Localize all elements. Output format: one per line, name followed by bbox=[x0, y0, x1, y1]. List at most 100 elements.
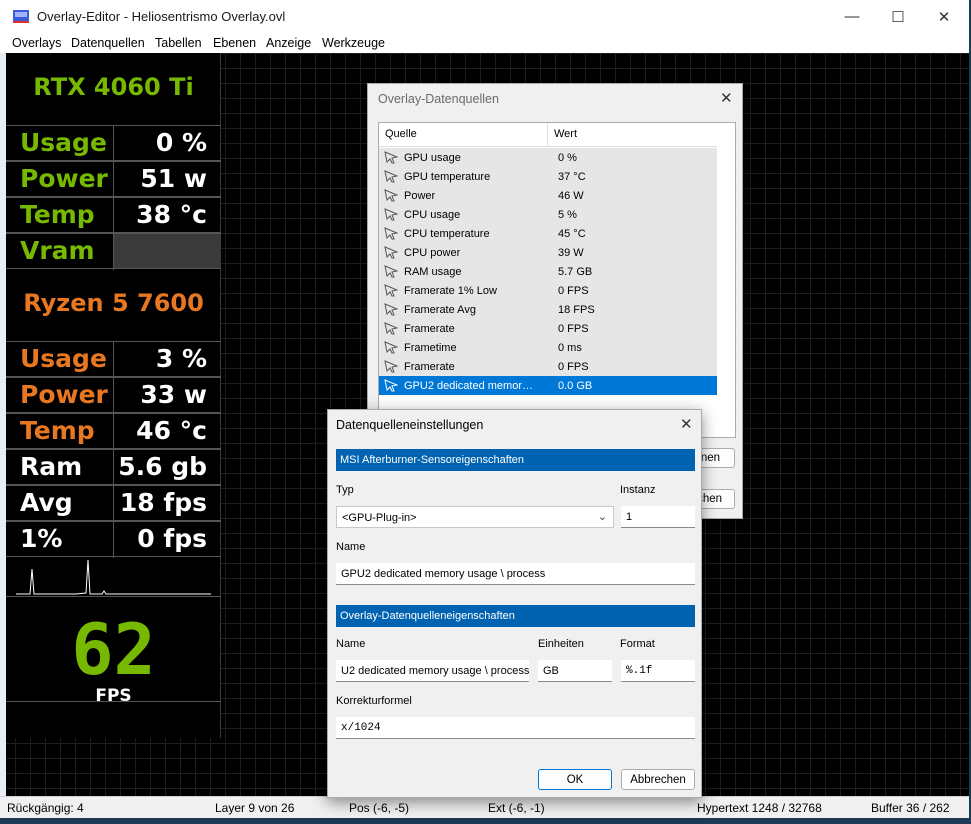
list-item-name: CPU temperature bbox=[404, 228, 490, 240]
close-button[interactable]: ✕ bbox=[921, 0, 967, 33]
gpu-usage-value: 0 % bbox=[155, 128, 207, 157]
instance-field[interactable]: 1 bbox=[621, 506, 695, 528]
gpu-usage-row[interactable]: Usage 0 % bbox=[6, 125, 221, 162]
list-item[interactable]: Framerate 0 FPS bbox=[379, 357, 717, 376]
fps-value: 62 bbox=[71, 609, 156, 691]
list-item-value: 0 % bbox=[558, 152, 577, 164]
list-action-button-1-label: nen bbox=[700, 452, 720, 464]
avg-fps-label: Avg bbox=[20, 488, 73, 517]
settings-close-icon[interactable]: ✕ bbox=[680, 415, 693, 433]
column-quelle[interactable]: Quelle bbox=[385, 128, 417, 140]
menu-anzeige[interactable]: Anzeige bbox=[266, 36, 311, 50]
low-fps-value: 0 fps bbox=[137, 524, 207, 553]
type-select[interactable]: <GPU-Plug-in> ⌄ bbox=[336, 506, 614, 528]
list-item-value: 0 FPS bbox=[558, 285, 589, 297]
list-item-value: 39 W bbox=[558, 247, 584, 259]
list-item-value: 0 FPS bbox=[558, 361, 589, 373]
list-item[interactable]: Frametime 0 ms bbox=[379, 338, 717, 357]
cpu-temp-value: 46 °c bbox=[136, 416, 207, 445]
low-fps-row[interactable]: 1% 0 fps bbox=[6, 521, 221, 558]
list-item[interactable]: CPU temperature 45 °C bbox=[379, 224, 717, 243]
plugin-icon bbox=[384, 189, 398, 202]
datasources-list[interactable]: Quelle Wert GPU usage 0 % GPU temperature 3… bbox=[378, 122, 736, 438]
ram-label: Ram bbox=[20, 452, 83, 481]
maximize-button[interactable]: ☐ bbox=[875, 0, 921, 33]
cpu-power-row[interactable]: Power 33 w bbox=[6, 377, 221, 414]
units-field[interactable]: GB bbox=[538, 660, 612, 682]
overlay-name-field[interactable]: U2 dedicated memory usage \ process bbox=[336, 660, 529, 682]
list-item-name: RAM usage bbox=[404, 266, 462, 278]
list-item-name: CPU power bbox=[404, 247, 461, 259]
cancel-button-label: Abbrechen bbox=[630, 773, 686, 786]
fps-divider bbox=[6, 701, 221, 702]
frametime-graph[interactable] bbox=[6, 557, 221, 597]
gpu-title: RTX 4060 Ti bbox=[33, 73, 194, 101]
maximize-icon: ☐ bbox=[891, 8, 905, 26]
cpu-temp-row[interactable]: Temp 46 °c bbox=[6, 413, 221, 450]
datasource-settings-dialog: Datenquelleneinstellungen ✕ MSI Afterbur… bbox=[327, 409, 702, 798]
cpu-title: Ryzen 5 7600 bbox=[23, 289, 204, 317]
list-item[interactable]: GPU2 dedicated memor… 0.0 GB bbox=[379, 376, 717, 395]
cpu-temp-label: Temp bbox=[20, 416, 95, 445]
status-buffer: Buffer 36 / 262 bbox=[871, 801, 950, 815]
avg-fps-row[interactable]: Avg 18 fps bbox=[6, 485, 221, 522]
datasources-close-icon[interactable]: ✕ bbox=[720, 89, 733, 107]
list-item-value: 5 % bbox=[558, 209, 577, 221]
status-ext: Ext (-6, -1) bbox=[488, 801, 545, 815]
cell-divider bbox=[113, 378, 114, 414]
menu-ebenen[interactable]: Ebenen bbox=[213, 36, 256, 50]
cell-divider bbox=[113, 414, 114, 450]
overlay-preview[interactable]: RTX 4060 Ti Usage 0 % Power 51 w Temp 38… bbox=[6, 53, 221, 738]
gpu-power-label: Power bbox=[20, 164, 108, 193]
list-item[interactable]: Framerate Avg 18 FPS bbox=[379, 300, 717, 319]
format-label: Format bbox=[620, 638, 655, 650]
ok-button[interactable]: OK bbox=[538, 769, 612, 790]
list-item[interactable]: Power 46 W bbox=[379, 186, 717, 205]
list-item-name: Framerate bbox=[404, 361, 455, 373]
gpu-temp-row[interactable]: Temp 38 °c bbox=[6, 197, 221, 234]
minimize-button[interactable]: — bbox=[829, 0, 875, 33]
list-item[interactable]: Framerate 0 FPS bbox=[379, 319, 717, 338]
column-wert[interactable]: Wert bbox=[554, 128, 577, 140]
list-item-name: Frametime bbox=[404, 342, 457, 354]
ram-row[interactable]: Ram 5.6 gb bbox=[6, 449, 221, 486]
menu-tabellen[interactable]: Tabellen bbox=[155, 36, 202, 50]
status-undo: Rückgängig: 4 bbox=[7, 801, 84, 815]
list-item[interactable]: RAM usage 5.7 GB bbox=[379, 262, 717, 281]
menu-overlays[interactable]: Overlays bbox=[12, 36, 61, 50]
gpu-vram-row[interactable]: Vram bbox=[6, 233, 221, 270]
list-item[interactable]: GPU usage 0 % bbox=[379, 148, 717, 167]
settings-dialog-title: Datenquelleneinstellungen bbox=[336, 418, 484, 432]
cpu-power-label: Power bbox=[20, 380, 108, 409]
plugin-icon bbox=[384, 360, 398, 373]
list-item[interactable]: CPU usage 5 % bbox=[379, 205, 717, 224]
list-item-value: 18 FPS bbox=[558, 304, 595, 316]
list-item[interactable]: Framerate 1% Low 0 FPS bbox=[379, 281, 717, 300]
cell-divider bbox=[113, 522, 114, 558]
format-field[interactable]: %.1f bbox=[621, 660, 695, 682]
avg-fps-value: 18 fps bbox=[119, 488, 207, 517]
gpu-power-row[interactable]: Power 51 w bbox=[6, 161, 221, 198]
menu-werkzeuge[interactable]: Werkzeuge bbox=[322, 36, 385, 50]
plugin-icon bbox=[384, 208, 398, 221]
formula-field[interactable]: x/1024 bbox=[336, 717, 695, 739]
cpu-usage-row[interactable]: Usage 3 % bbox=[6, 341, 221, 378]
list-item-value: 0 ms bbox=[558, 342, 582, 354]
cancel-button[interactable]: Abbrechen bbox=[621, 769, 695, 790]
low-fps-label: 1% bbox=[20, 524, 63, 553]
sensor-name-field[interactable]: GPU2 dedicated memory usage \ process bbox=[336, 563, 695, 585]
list-item-name: CPU usage bbox=[404, 209, 461, 221]
gpu-usage-label: Usage bbox=[20, 128, 107, 157]
frametime-graph-line bbox=[16, 559, 211, 595]
list-item-name: Power bbox=[404, 190, 436, 202]
list-item[interactable]: CPU power 39 W bbox=[379, 243, 717, 262]
cpu-usage-value: 3 % bbox=[155, 344, 207, 373]
menu-datenquellen[interactable]: Datenquellen bbox=[71, 36, 145, 50]
list-item[interactable]: GPU temperature 37 °C bbox=[379, 167, 717, 186]
gpu-power-value: 51 w bbox=[140, 164, 207, 193]
cell-divider bbox=[113, 450, 114, 486]
plugin-icon bbox=[384, 284, 398, 297]
window-title: Overlay-Editor - Heliosentrismo Overlay.… bbox=[37, 9, 286, 24]
ram-value: 5.6 gb bbox=[118, 452, 207, 481]
minimize-icon: — bbox=[844, 8, 860, 25]
